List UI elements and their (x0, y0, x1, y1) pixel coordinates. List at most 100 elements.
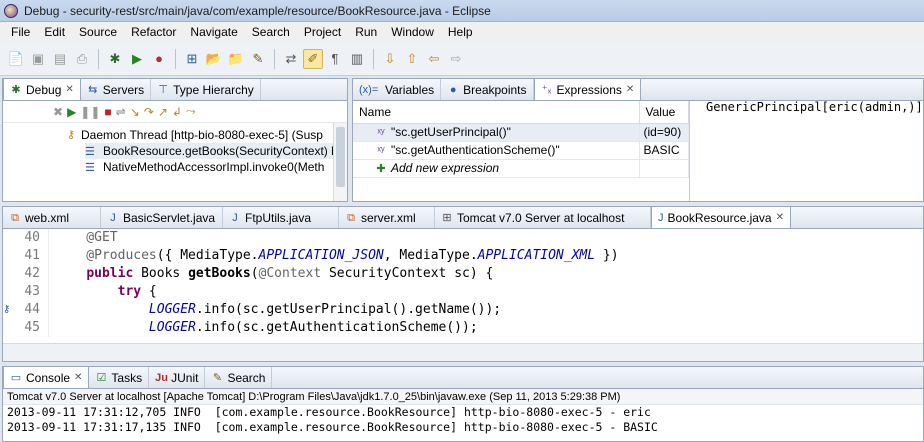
code-line: 41 @Produces({ MediaType.APPLICATION_JSO… (3, 247, 923, 265)
show-whitespace-icon[interactable]: ¶ (325, 49, 345, 69)
debug-scrollbar[interactable] (333, 123, 347, 201)
remove-terminated-icon[interactable]: ✖ (53, 105, 63, 119)
stack-frame-row[interactable]: ☰ NativeMethodAccessorImpl.invoke0(Meth (85, 159, 347, 175)
open-type-icon[interactable]: 📂 (204, 49, 224, 69)
new-icon[interactable]: 📄 (6, 49, 26, 69)
menu-help[interactable]: Help (441, 25, 480, 39)
stack-frame-label: BookResource.getBooks(SecurityContext) l… (103, 144, 337, 158)
code-line: 43 try { (3, 283, 923, 301)
tab-ftp-utils[interactable]: J FtpUtils.java (223, 207, 339, 228)
menu-bar: File Edit Source Refactor Navigate Searc… (0, 22, 924, 42)
menu-search[interactable]: Search (245, 25, 297, 39)
tab-tasks[interactable]: ☑ Tasks (89, 367, 150, 388)
external-tools-icon[interactable]: ● (149, 49, 169, 69)
use-step-filters-icon[interactable]: ⤳ (186, 104, 196, 119)
scroll-thumb[interactable] (336, 127, 345, 187)
save-all-icon[interactable]: ▤ (50, 49, 70, 69)
debug-icon[interactable]: ✱ (105, 49, 125, 69)
menu-source[interactable]: Source (72, 25, 124, 39)
add-expression-row[interactable]: ✚ Add new expression (353, 159, 689, 178)
tab-console-label: Console (26, 370, 71, 385)
menu-project[interactable]: Project (297, 25, 348, 39)
stack-frame-row[interactable]: ☰ BookResource.getBooks(SecurityContext)… (85, 143, 347, 159)
debug-toolbar: ✖ ▶ ❚❚ ■ ⇌ ↘ ↷ ↗ ↲ ⤳ (3, 101, 347, 123)
editor-horizontal-scrollbar[interactable] (3, 343, 923, 361)
menu-refactor[interactable]: Refactor (124, 25, 183, 39)
tab-console[interactable]: ▭ Console ✕ (3, 366, 90, 388)
run-icon[interactable]: ▶ (127, 49, 147, 69)
highlighter-icon[interactable]: ✐ (303, 48, 323, 69)
close-icon[interactable]: ✕ (65, 84, 73, 95)
tab-label: Tomcat v7.0 Server at localhost (457, 210, 625, 225)
tab-web-xml[interactable]: ⧉ web.xml (3, 207, 101, 228)
tab-type-hierarchy[interactable]: ⊤ Type Hierarchy (151, 79, 261, 100)
back-icon[interactable]: ⇦ (424, 49, 444, 69)
tab-label: web.xml (25, 210, 70, 225)
variables-icon: (x)= (359, 83, 379, 96)
expression-detail: GenericPrincipal[eric(admin,)] (706, 100, 923, 114)
next-annotation-icon[interactable]: ⇩ (380, 49, 400, 69)
eclipse-icon (4, 3, 18, 18)
thread-suspended-icon: ⚷ (66, 129, 76, 141)
step-return-icon[interactable]: ↗ (158, 105, 168, 119)
drop-to-frame-icon[interactable]: ↲ (172, 105, 182, 119)
add-icon: ✚ (376, 163, 386, 175)
open-task-icon[interactable]: 📁 (226, 49, 246, 69)
tab-servers[interactable]: ⇆ Servers (81, 79, 152, 100)
console-icon: ▭ (10, 371, 22, 384)
close-icon[interactable]: ✕ (74, 372, 82, 383)
prev-annotation-icon[interactable]: ⇧ (402, 49, 422, 69)
toolbar-separator (274, 48, 275, 69)
step-into-icon[interactable]: ↘ (130, 105, 140, 119)
block-selection-icon[interactable]: ▥ (347, 49, 367, 69)
print-icon[interactable]: ⎙ (72, 49, 92, 69)
menu-run[interactable]: Run (348, 25, 384, 39)
thread-row[interactable]: ⚷ Daemon Thread [http-bio-8080-exec-5] (… (65, 127, 347, 143)
tab-breakpoints[interactable]: ● Breakpoints (441, 79, 534, 100)
terminate-icon[interactable]: ■ (104, 105, 111, 119)
toggle-mark-occurrences-icon[interactable]: ⇄ (281, 49, 301, 69)
line-number: 44 (17, 301, 49, 319)
code-area[interactable]: 40 @GET 41 @Produces({ MediaType.APPLICA… (3, 229, 923, 341)
tab-debug[interactable]: ✱ Debug ✕ (3, 78, 81, 100)
stack-frame-icon: ☰ (85, 161, 95, 174)
expressions-tabstrip: (x)= Variables ● Breakpoints ⁺ₓ Expressi… (353, 78, 923, 101)
close-icon[interactable]: ✕ (776, 212, 784, 223)
tab-search[interactable]: ✎ Search (205, 367, 273, 388)
tab-server-xml[interactable]: ⧉ server.xml (339, 207, 435, 228)
save-icon[interactable]: ▣ (28, 49, 48, 69)
table-row[interactable]: ˣʸ "sc.getAuthenticationScheme()" BASIC (353, 141, 689, 160)
stack-frame-label: NativeMethodAccessorImpl.invoke0(Meth (103, 160, 325, 174)
tab-expressions[interactable]: ⁺ₓ Expressions ✕ (533, 78, 642, 100)
expression-name: "sc.getUserPrincipal()" (391, 125, 511, 139)
tab-label: server.xml (361, 210, 416, 225)
disconnect-icon[interactable]: ⇌ (116, 105, 126, 119)
tab-tomcat-server[interactable]: ⊞ Tomcat v7.0 Server at localhost (435, 207, 651, 228)
tab-junit[interactable]: Ju JUnit (149, 367, 206, 388)
menu-edit[interactable]: Edit (37, 25, 72, 39)
toolbar-separator (373, 48, 374, 69)
code-line: 42 public Books getBooks(@Context Securi… (3, 265, 923, 283)
debug-tabstrip: ✱ Debug ✕ ⇆ Servers ⊤ Type Hierarchy (3, 78, 347, 101)
resume-icon[interactable]: ▶ (67, 105, 76, 119)
column-value[interactable]: Value (639, 101, 689, 124)
search-icon[interactable]: ✎ (248, 49, 268, 69)
breakpoint-icon[interactable]: ⚷ (3, 301, 17, 319)
title-bar: Debug - security-rest/src/main/java/com/… (0, 0, 924, 22)
suspend-icon[interactable]: ❚❚ (80, 105, 100, 119)
menu-window[interactable]: Window (384, 25, 441, 39)
code-text: LOGGER.info(sc.getAuthenticationScheme()… (148, 320, 478, 335)
table-row[interactable]: ˣʸ "sc.getUserPrincipal()" (id=90) (353, 123, 689, 142)
forward-icon[interactable]: ⇨ (446, 49, 466, 69)
code-text: try { (117, 284, 157, 299)
menu-file[interactable]: File (4, 25, 37, 39)
tab-basic-servlet[interactable]: J BasicServlet.java (101, 207, 223, 228)
xml-file-icon: ⧉ (11, 211, 19, 224)
menu-navigate[interactable]: Navigate (183, 25, 244, 39)
close-icon[interactable]: ✕ (626, 84, 634, 95)
tab-book-resource[interactable]: J BookResource.java ✕ (651, 206, 791, 228)
new-server-icon[interactable]: ⊞ (182, 49, 202, 69)
step-over-icon[interactable]: ↷ (144, 105, 154, 119)
tab-variables[interactable]: (x)= Variables (353, 79, 442, 100)
column-name[interactable]: Name (353, 101, 640, 124)
